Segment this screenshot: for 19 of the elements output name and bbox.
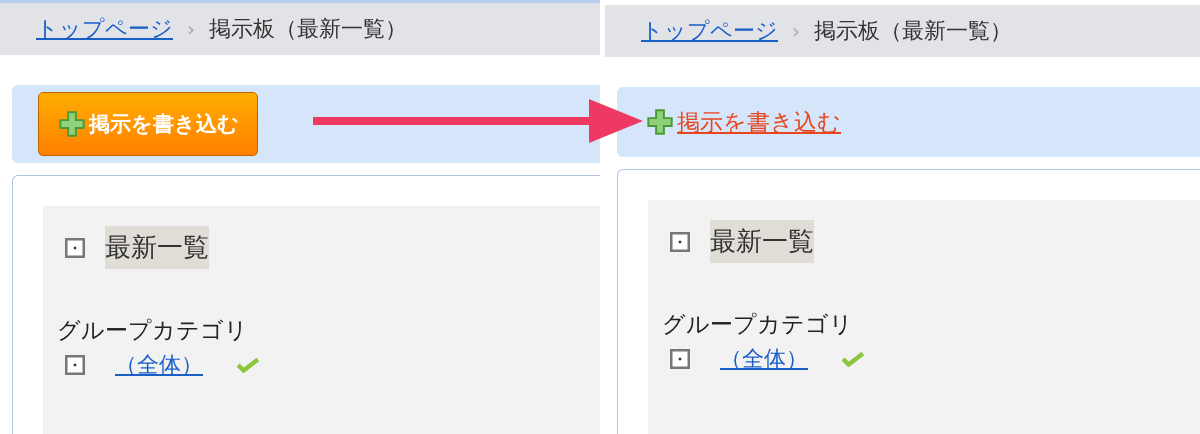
toggle-icon[interactable] [670, 349, 690, 369]
category-link[interactable]: （全体） [105, 350, 217, 380]
breadcrumb-separator: › [187, 17, 195, 41]
category-label: グループカテゴリ [662, 310, 854, 339]
post-link[interactable]: 掲示を書き込む [677, 106, 841, 138]
section-title: 最新一覧 [105, 226, 209, 269]
toggle-icon[interactable] [670, 231, 690, 252]
home-link[interactable]: トップページ [36, 14, 173, 44]
category-link[interactable]: （全体） [710, 344, 822, 374]
toggle-icon[interactable] [65, 237, 85, 258]
toggle-icon[interactable] [65, 355, 85, 375]
current-page-title: 掲示板（最新一覧） [209, 15, 407, 43]
plus-icon [59, 111, 85, 137]
breadcrumb-separator: › [792, 19, 800, 43]
section-title: 最新一覧 [710, 220, 814, 263]
plus-icon [647, 109, 673, 135]
current-page-title: 掲示板（最新一覧） [814, 17, 1012, 45]
home-link[interactable]: トップページ [641, 16, 778, 46]
category-label: グループカテゴリ [57, 316, 249, 345]
